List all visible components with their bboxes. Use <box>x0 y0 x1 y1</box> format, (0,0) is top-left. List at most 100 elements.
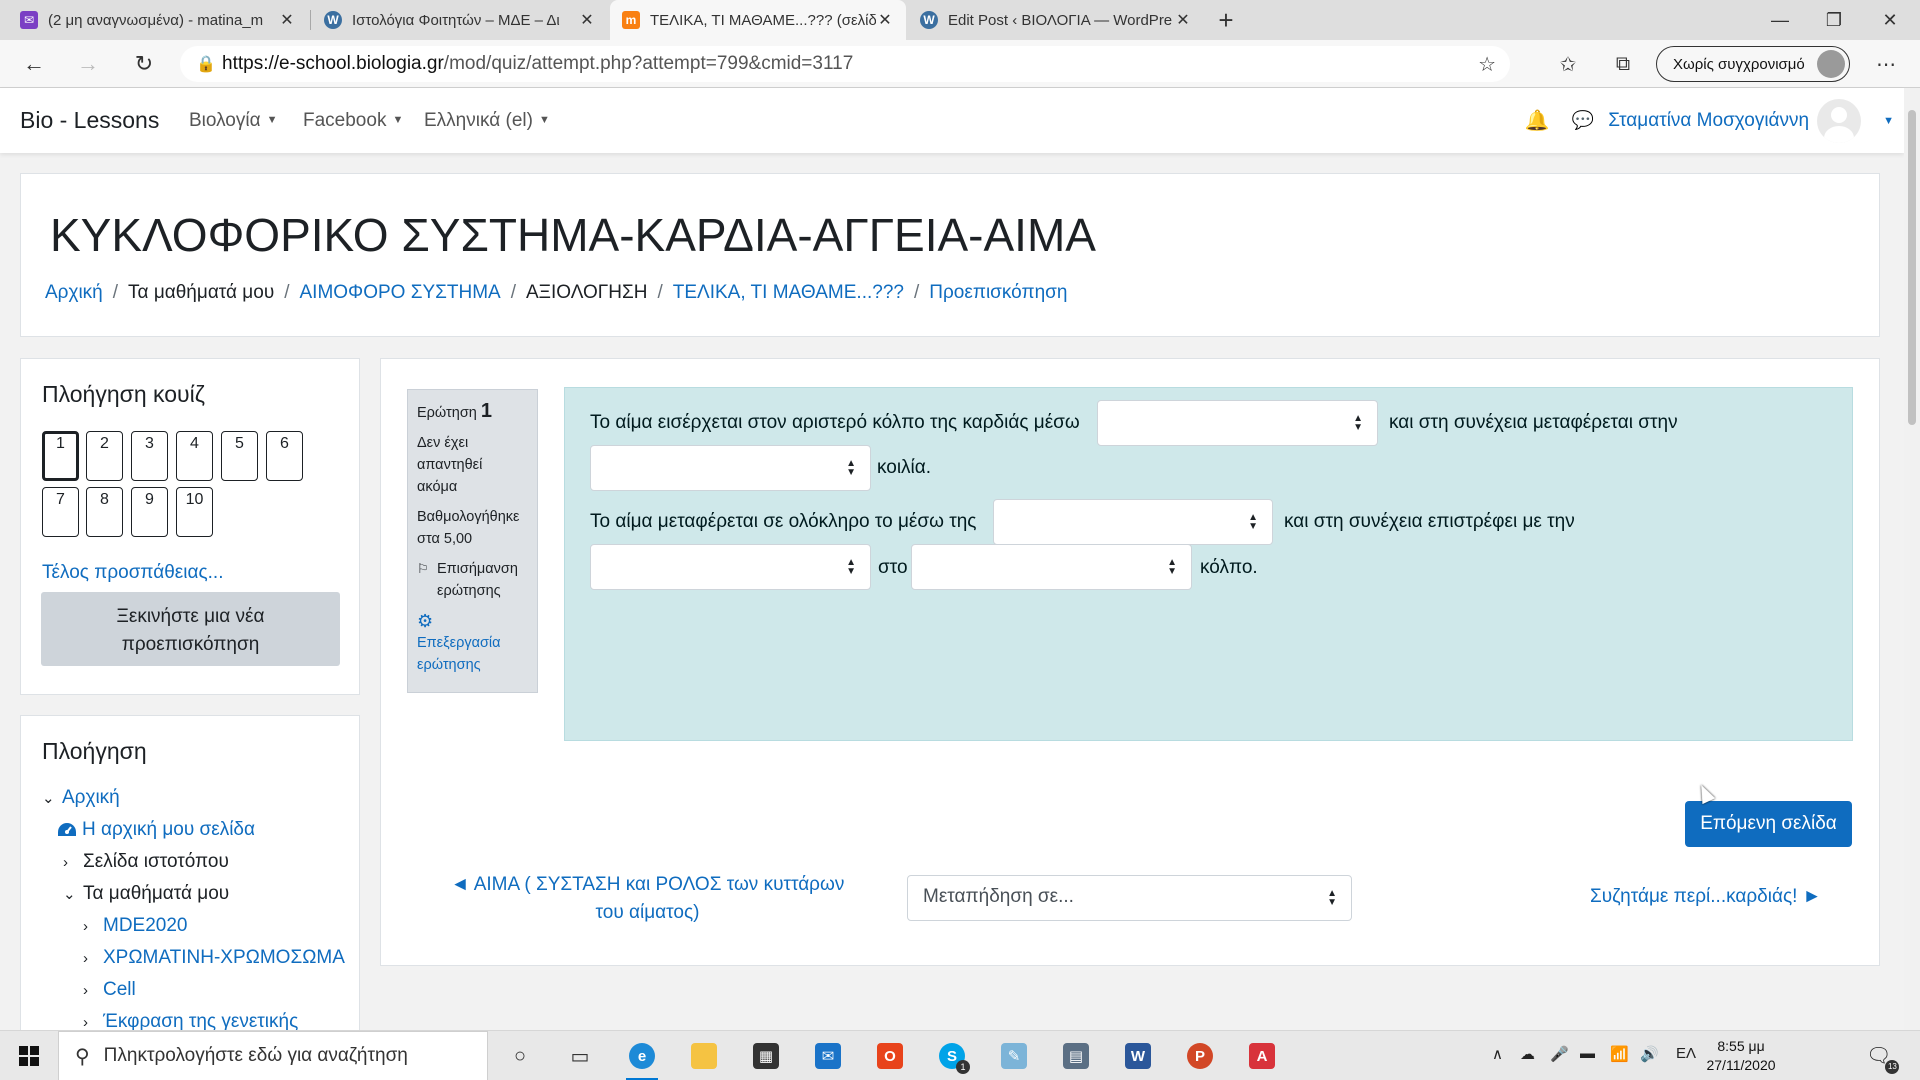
breadcrumb-preview[interactable]: Προεπισκόπηση <box>929 282 1067 303</box>
previous-activity-link[interactable]: ◄ ΑΙΜΑ ( ΣΥΣΤΑΣΗ και ΡΟΛΟΣ των κυττάρων … <box>450 871 845 927</box>
forward-icon[interactable]: → <box>72 48 104 80</box>
answer-select-5[interactable]: ▲ ▼ <box>911 544 1192 590</box>
notifications-icon[interactable]: 🗨 13 <box>1866 1043 1900 1074</box>
select-arrows-icon: ▲ ▼ <box>846 458 856 478</box>
quiz-question-button[interactable]: 2 <box>86 431 123 481</box>
nav-item-course[interactable]: › ΧΡΩΜΑΤΙΝΗ-ΧΡΩΜΟΣΩΜΑ <box>83 947 345 969</box>
start-button[interactable] <box>0 1031 58 1080</box>
cortana-icon[interactable]: ○ <box>500 1036 540 1076</box>
restore-button[interactable]: ❐ <box>1806 0 1862 40</box>
powerpoint-icon[interactable]: P <box>1180 1036 1220 1076</box>
nav-item-home[interactable]: ⌄ Αρχική <box>42 787 120 809</box>
menu-facebook[interactable]: Facebook ▼ <box>303 110 403 132</box>
paint-icon[interactable]: ✎ <box>994 1036 1034 1076</box>
message-icon[interactable]: 💬 <box>1572 110 1594 131</box>
breadcrumb-quiz[interactable]: ΤΕΛΙΚΑ, ΤΙ ΜΑΘΑΜΕ...??? <box>673 282 904 303</box>
window-close-button[interactable]: ✕ <box>1862 0 1918 40</box>
edit-question-link[interactable]: Επεξεργασία ερώτησης <box>417 632 528 676</box>
edge-icon[interactable]: e <box>622 1036 662 1080</box>
menu-biology[interactable]: Βιολογία ▼ <box>189 110 277 132</box>
word-icon[interactable]: W <box>1118 1036 1158 1076</box>
new-tab-button[interactable]: + <box>1210 0 1242 40</box>
office-icon[interactable]: O <box>870 1036 910 1076</box>
battery-icon[interactable]: ▬ <box>1580 1045 1595 1062</box>
menu-language[interactable]: Ελληνικά (el) ▼ <box>424 110 550 132</box>
clock[interactable]: 8:55 μμ 27/11/2020 <box>1696 1037 1786 1075</box>
nav-item-site-pages[interactable]: › Σελίδα ιστοτόπου <box>63 851 229 873</box>
url-field[interactable]: 🔒 https://e-school.biologia.gr/mod/quiz/… <box>180 46 1510 82</box>
microphone-icon[interactable]: 🎤 <box>1550 1045 1569 1063</box>
chevron-down-icon: ⌄ <box>42 790 55 807</box>
answer-select-2[interactable]: ▲ ▼ <box>590 445 871 491</box>
wifi-icon[interactable]: 📶 <box>1610 1045 1629 1063</box>
back-icon[interactable]: ← <box>18 48 50 80</box>
quiz-question-button[interactable]: 3 <box>131 431 168 481</box>
next-page-button[interactable]: Επόμενη σελίδα <box>1685 801 1852 847</box>
answer-select-4[interactable]: ▲ ▼ <box>590 544 871 590</box>
close-icon[interactable]: ✕ <box>578 10 596 30</box>
nav-item-dashboard[interactable]: Η αρχική μου σελίδα <box>56 819 255 841</box>
notepad-icon[interactable]: ▤ <box>1056 1036 1096 1076</box>
close-icon[interactable]: ✕ <box>278 10 296 30</box>
volume-icon[interactable]: 🔊 <box>1640 1045 1659 1063</box>
mail-icon[interactable]: ✉ <box>808 1036 848 1076</box>
collections-icon[interactable]: ⧉ <box>1607 48 1639 80</box>
quiz-question-button[interactable]: 7 <box>42 487 79 537</box>
quiz-question-button[interactable]: 9 <box>131 487 168 537</box>
nav-item-my-courses[interactable]: ⌄ Τα μαθήματά μου <box>63 883 229 905</box>
favorite-star-icon[interactable]: ☆ <box>1478 52 1496 77</box>
caret-down-icon[interactable]: ▼ <box>1883 115 1894 127</box>
jump-to-select[interactable]: Μεταπήδηση σε... ▲ ▼ <box>907 875 1352 921</box>
task-view-icon[interactable]: ▭ <box>560 1036 600 1076</box>
bell-icon[interactable]: 🔔 <box>1525 108 1550 133</box>
button-label: Ξεκινήστε μια νέα <box>116 606 265 627</box>
answer-select-3[interactable]: ▲ ▼ <box>993 499 1273 545</box>
block-title: Πλοήγηση κουίζ <box>42 381 205 407</box>
user-name[interactable]: Σταματίνα Μοσχογιάννη <box>1608 110 1809 132</box>
breadcrumb-course[interactable]: ΑΙΜΟΦΟΡΟ ΣΥΣΤΗΜΑ <box>300 282 501 303</box>
quiz-question-button[interactable]: 1 <box>42 431 79 481</box>
tab-student-blogs[interactable]: W Ιστολόγια Φοιτητών – ΜΔΕ – Δι ✕ <box>312 0 608 40</box>
nav-item-course[interactable]: › Cell <box>83 979 136 1001</box>
language-indicator[interactable]: ΕΛ <box>1676 1045 1696 1062</box>
tab-edit-post[interactable]: W Edit Post ‹ ΒΙΟΛΟΓΙΑ — WordPre ✕ <box>908 0 1204 40</box>
close-icon[interactable]: ✕ <box>876 10 894 30</box>
finish-attempt-link[interactable]: Τέλος προσπάθειας... <box>42 562 223 584</box>
site-navbar: Bio - Lessons Βιολογία ▼ Facebook ▼ Ελληνι… <box>0 88 1904 153</box>
page-scrollbar[interactable] <box>1904 88 1920 1030</box>
tab-quiz-active[interactable]: m ΤΕΛΙΚΑ, ΤΙ ΜΑΘΑΜΕ...??? (σελίδα ✕ <box>610 0 906 40</box>
quiz-question-button[interactable]: 10 <box>176 487 213 537</box>
gear-icon[interactable]: ⚙ <box>417 610 528 632</box>
quiz-question-button[interactable]: 4 <box>176 431 213 481</box>
more-icon[interactable]: ⋯ <box>1870 48 1902 80</box>
tab-title: ΤΕΛΙΚΑ, ΤΙ ΜΑΘΑΜΕ...??? (σελίδα <box>650 11 876 29</box>
breadcrumb-home[interactable]: Αρχική <box>45 282 103 303</box>
answer-select-1[interactable]: ▲ ▼ <box>1097 400 1378 446</box>
flag-question-toggle[interactable]: ⚐ Επισήμανση ερώτησης <box>417 558 528 602</box>
avatar[interactable] <box>1817 98 1862 143</box>
quiz-question-button[interactable]: 6 <box>266 431 303 481</box>
mail-icon: ✉ <box>20 11 38 29</box>
tab-mail[interactable]: ✉ (2 μη αναγνωσμένα) - matina_m ✕ <box>8 0 308 40</box>
refresh-icon[interactable]: ↻ <box>128 48 160 80</box>
minimize-button[interactable]: — <box>1752 0 1808 40</box>
lock-icon: 🔒 <box>196 56 216 73</box>
file-explorer-icon[interactable] <box>684 1036 724 1076</box>
acrobat-icon[interactable]: A <box>1242 1036 1282 1076</box>
start-new-preview-button[interactable]: Ξεκινήστε μια νέα προεπισκόπηση <box>41 592 340 666</box>
profile-sync-button[interactable]: Χωρίς συγχρονισμό <box>1656 46 1850 82</box>
question-text: και στη συνέχεια επιστρέφει με την <box>1284 511 1575 532</box>
onedrive-icon[interactable]: ☁ <box>1520 1045 1535 1063</box>
skype-icon[interactable]: S1 <box>932 1036 972 1076</box>
quiz-question-button[interactable]: 8 <box>86 487 123 537</box>
chevron-up-icon[interactable]: ∧ <box>1492 1045 1503 1063</box>
store-icon[interactable]: ▦ <box>746 1036 786 1076</box>
close-icon[interactable]: ✕ <box>1174 10 1192 30</box>
nav-item-course[interactable]: › MDE2020 <box>83 915 188 937</box>
taskbar-search[interactable]: ⚲ Πληκτρολογήστε εδώ για αναζήτηση <box>58 1031 488 1080</box>
site-brand[interactable]: Bio - Lessons <box>20 107 159 134</box>
user-menu[interactable]: 🔔 💬 Σταματίνα Μοσχογιάννη ▼ <box>1525 88 1894 153</box>
favorites-icon[interactable]: ✩ <box>1552 48 1584 80</box>
next-activity-link[interactable]: Συζητάμε περί...καρδιάς! ► <box>1590 886 1821 908</box>
quiz-question-button[interactable]: 5 <box>221 431 258 481</box>
